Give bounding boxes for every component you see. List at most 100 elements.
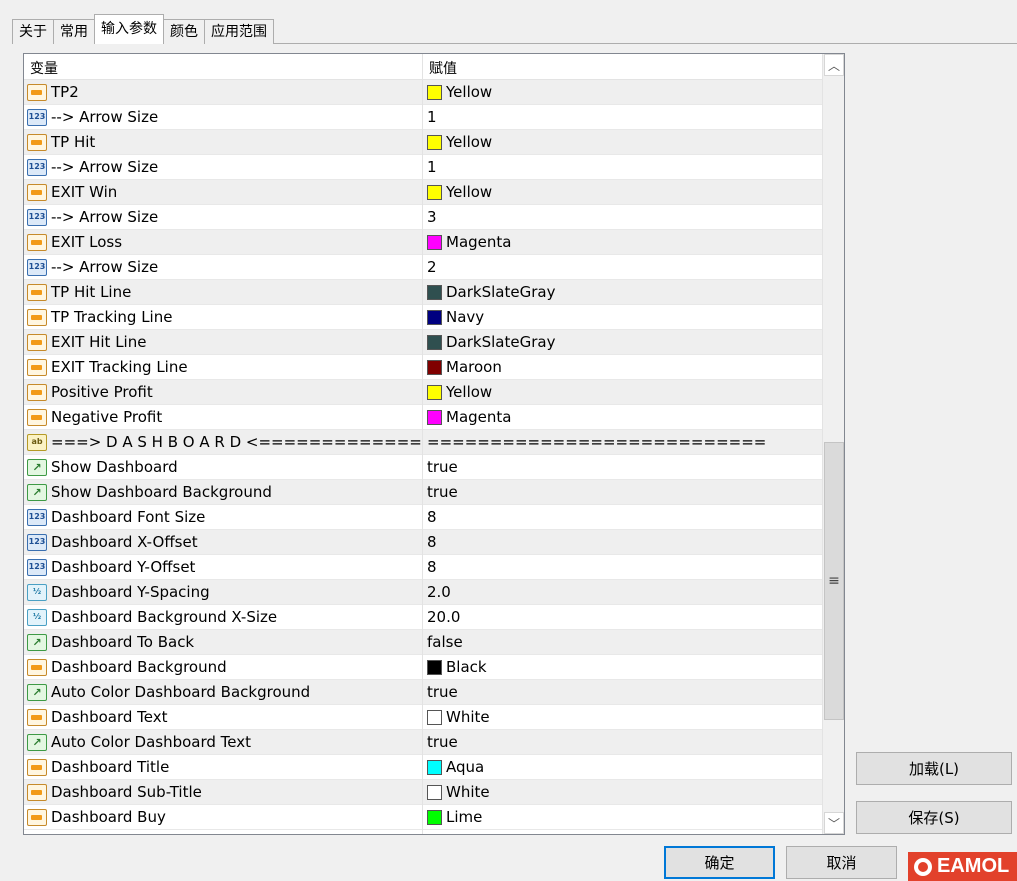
color-swatch [427,659,442,675]
table-row[interactable]: Dashboard Buy Lime [24,805,822,830]
value-cell[interactable]: false [422,630,822,654]
parameter-value: Aqua [446,758,485,776]
value-cell[interactable]: DarkSlateGray [422,330,822,354]
table-row[interactable]: TP Hit Line DarkSlateGray [24,280,822,305]
value-cell[interactable]: DarkSlateGray [422,280,822,304]
tab-scope[interactable]: 应用范围 [204,19,274,44]
variable-cell: ↗ Show Dashboard Background [24,480,422,504]
load-button[interactable]: 加载(L) [856,752,1012,785]
header-variable[interactable]: 变量 [30,58,58,78]
variable-name: Dashboard Text [51,708,168,726]
scroll-down-icon[interactable]: ﹀ [824,812,844,834]
value-cell[interactable]: Black [422,655,822,679]
value-cell[interactable]: 2 [422,255,822,279]
value-cell[interactable]: White [422,780,822,804]
value-cell[interactable]: Yellow [422,380,822,404]
parameter-value: Yellow [446,133,493,151]
tab-inputs[interactable]: 输入参数 [94,14,164,44]
grid-header: 变量 赋值 [24,54,822,80]
parameter-value: Lime [446,808,483,826]
table-row[interactable]: Positive Profit Yellow [24,380,822,405]
variable-cell: ½ Dashboard Y-Spacing [24,580,422,604]
table-row[interactable]: ↗ Show Dashboard true [24,455,822,480]
value-cell[interactable]: Yellow [422,80,822,104]
table-row[interactable]: ↗ Auto Color Dashboard Text true [24,730,822,755]
grip-icon: ≡ [828,573,840,589]
table-row[interactable]: EXIT Hit Line DarkSlateGray [24,330,822,355]
table-row[interactable]: 123 --> Arrow Size 2 [24,255,822,280]
table-row[interactable]: TP2 Yellow [24,80,822,105]
table-row[interactable]: EXIT Tracking Line Maroon [24,355,822,380]
table-row[interactable]: Dashboard Background Black [24,655,822,680]
input-parameters-grid: 变量 赋值 TP2 Yellow 123 --> Arrow Size 1 TP Hit Y… [23,53,845,835]
value-cell[interactable]: Navy [422,305,822,329]
value-cell[interactable]: 8 [422,555,822,579]
table-row[interactable]: 123 --> Arrow Size 3 [24,205,822,230]
table-row[interactable]: ½ Dashboard Y-Spacing 2.0 [24,580,822,605]
variable-name: ===> D A S H B O A R D <===============.… [51,433,422,451]
scroll-thumb[interactable]: ≡ [824,442,844,720]
header-value[interactable]: 赋值 [429,58,457,78]
value-cell[interactable]: 8 [422,505,822,529]
variable-name: EXIT Loss [51,233,123,251]
color-param-icon [27,758,47,776]
variable-name: Dashboard Buy [51,808,166,826]
scroll-up-icon[interactable]: ︿ [824,54,844,76]
value-cell[interactable]: Lime [422,805,822,829]
variable-cell: 123 Dashboard X-Offset [24,530,422,554]
table-row[interactable]: Dashboard Text White [24,705,822,730]
value-cell[interactable]: true [422,480,822,504]
variable-cell: 123 --> Arrow Size [24,255,422,279]
value-cell[interactable]: 8 [422,530,822,554]
value-cell[interactable]: 2.0 [422,580,822,604]
table-row[interactable]: 123 Dashboard Font Size 8 [24,505,822,530]
table-row[interactable]: 123 --> Arrow Size 1 [24,155,822,180]
vertical-scrollbar[interactable]: ︿ ≡ ﹀ [822,54,844,834]
value-cell[interactable]: 3 [422,205,822,229]
value-cell[interactable]: Yellow [422,130,822,154]
table-row[interactable]: ↗ Show Dashboard Background true [24,480,822,505]
table-row[interactable]: EXIT Win Yellow [24,180,822,205]
table-row[interactable]: Dashboard Title Aqua [24,755,822,780]
table-row[interactable]: TP Tracking Line Navy [24,305,822,330]
table-row[interactable]: ½ Dashboard Background X-Size 20.0 [24,605,822,630]
value-cell[interactable]: Magenta [422,230,822,254]
table-row[interactable]: Dashboard Sub-Title White [24,780,822,805]
value-cell[interactable]: White [422,705,822,729]
tab-about[interactable]: 关于 [12,19,54,44]
value-cell[interactable]: Yellow [422,180,822,204]
save-button[interactable]: 保存(S) [856,801,1012,834]
table-row[interactable]: 123 --> Arrow Size 1 [24,105,822,130]
value-cell[interactable]: Maroon [422,355,822,379]
variable-name: Dashboard Y-Offset [51,558,196,576]
value-cell[interactable]: Aqua [422,755,822,779]
value-cell[interactable]: 1 [422,105,822,129]
variable-cell: 123 Dashboard Font Size [24,505,422,529]
string-param-icon: ab [27,433,47,451]
color-param-icon [27,183,47,201]
color-swatch [427,184,442,200]
table-row[interactable]: ↗ Auto Color Dashboard Background true [24,680,822,705]
cancel-button[interactable]: 取消 [786,846,897,879]
value-cell[interactable]: 1 [422,155,822,179]
tab-common[interactable]: 常用 [53,19,95,44]
parameter-value: Magenta [446,408,512,426]
value-cell[interactable]: Magenta [422,405,822,429]
integer-param-icon: 123 [27,558,47,576]
table-row[interactable]: 123 Dashboard Y-Offset 8 [24,555,822,580]
table-row[interactable]: Negative Profit Magenta [24,405,822,430]
color-param-icon [27,383,47,401]
value-cell[interactable]: true [422,455,822,479]
table-row[interactable]: ↗ Dashboard To Back false [24,630,822,655]
tab-colors[interactable]: 颜色 [163,19,205,44]
table-row[interactable]: TP Hit Yellow [24,130,822,155]
table-row[interactable]: ab ===> D A S H B O A R D <==============… [24,430,822,455]
value-cell[interactable]: true [422,730,822,754]
table-row[interactable]: EXIT Loss Magenta [24,230,822,255]
table-row[interactable]: 123 Dashboard X-Offset 8 [24,530,822,555]
ok-button[interactable]: 确定 [664,846,775,879]
parameter-value: 8 [427,558,437,576]
value-cell[interactable]: true [422,680,822,704]
value-cell[interactable]: =========================== [422,430,822,454]
value-cell[interactable]: 20.0 [422,605,822,629]
